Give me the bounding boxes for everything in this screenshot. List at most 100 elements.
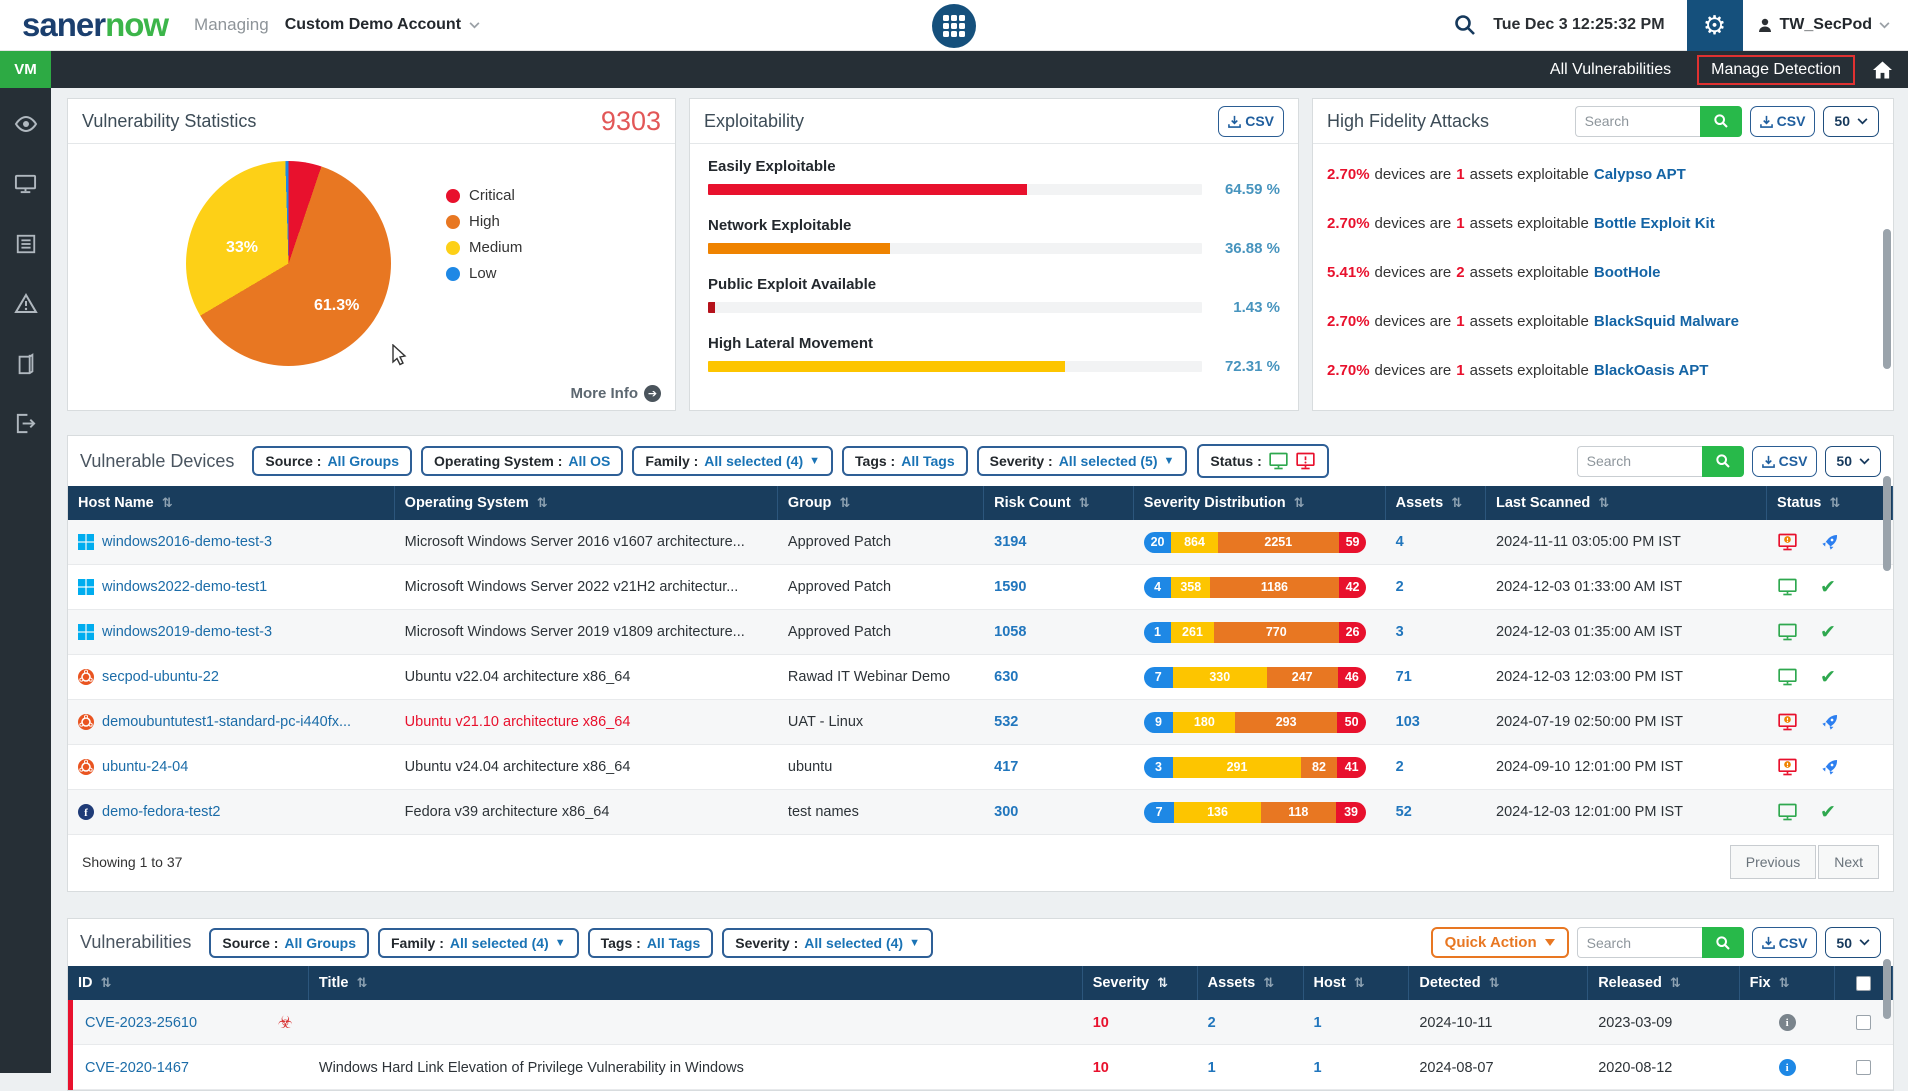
scrollbar-thumb[interactable] [1883, 229, 1891, 369]
column-header[interactable]: Status⇅ [1767, 486, 1893, 520]
column-header[interactable]: Assets⇅ [1386, 486, 1486, 520]
column-header[interactable]: Detected⇅ [1409, 966, 1588, 1000]
scrollbar-thumb[interactable] [1883, 959, 1891, 1019]
sidebar-item-devices[interactable] [0, 159, 51, 208]
host-link[interactable]: secpod-ubuntu-22 [102, 669, 219, 685]
app-grid-button[interactable] [932, 4, 976, 48]
host-link[interactable]: windows2019-demo-test-3 [102, 624, 272, 640]
devices-filter-1[interactable]: Operating System :All OS [421, 446, 623, 476]
host-link[interactable]: demoubuntutest1-standard-pc-i440fx... [102, 714, 351, 730]
sidebar-item-vm[interactable]: VM [0, 51, 51, 88]
assets-count[interactable]: 1 [1208, 1060, 1216, 1076]
page-size-select[interactable]: 50 [1825, 446, 1881, 477]
info-icon[interactable]: i [1779, 1059, 1796, 1076]
column-header[interactable]: Risk Count⇅ [984, 486, 1134, 520]
page-size-select[interactable]: 50 [1825, 927, 1881, 958]
account-selector[interactable]: Custom Demo Account [285, 16, 480, 34]
assets-count[interactable]: 4 [1396, 534, 1404, 550]
devices-search-input[interactable] [1577, 446, 1702, 477]
severity-pie-chart[interactable]: 33% 61.3% [186, 161, 391, 366]
vulns-filter-0[interactable]: Source :All Groups [209, 928, 369, 958]
risk-count[interactable]: 532 [994, 714, 1018, 730]
assets-count[interactable]: 103 [1396, 714, 1420, 730]
severity-bar[interactable]: 32918241 [1144, 757, 1367, 778]
assets-count[interactable]: 71 [1396, 669, 1412, 685]
column-header[interactable]: Released⇅ [1588, 966, 1739, 1000]
assets-count[interactable]: 3 [1396, 624, 1404, 640]
cve-link[interactable]: CVE-2023-25610 [85, 1015, 197, 1031]
severity-bar[interactable]: 918029350 [1144, 712, 1367, 733]
next-page-button[interactable]: Next [1818, 845, 1879, 879]
host-link[interactable]: demo-fedora-test2 [102, 804, 220, 820]
risk-count[interactable]: 417 [994, 759, 1018, 775]
assets-count[interactable]: 2 [1396, 579, 1404, 595]
risk-count[interactable]: 630 [994, 669, 1018, 685]
vulns-filter-3[interactable]: Severity :All selected (4)▼ [722, 928, 933, 958]
devices-filter-2[interactable]: Family :All selected (4)▼ [632, 446, 833, 476]
devices-filter-4[interactable]: Severity :All selected (5)▼ [977, 446, 1188, 476]
sidebar-item-visibility[interactable] [0, 99, 51, 148]
info-icon[interactable]: i [1779, 1014, 1796, 1031]
severity-bar[interactable]: 713611839 [1144, 802, 1367, 823]
severity-bar[interactable]: 126177026 [1144, 622, 1367, 643]
column-header[interactable]: Title⇅ [309, 966, 1083, 1000]
risk-count[interactable]: 3194 [994, 534, 1026, 550]
home-icon[interactable] [1873, 61, 1892, 79]
sidebar-item-logout[interactable] [0, 399, 51, 448]
vulns-filter-2[interactable]: Tags :All Tags [588, 928, 714, 958]
tab-manage-detection[interactable]: Manage Detection [1697, 55, 1855, 85]
hfa-attack-link[interactable]: Calypso APT [1594, 166, 1686, 183]
risk-count[interactable]: 1058 [994, 624, 1026, 640]
csv-export-button[interactable]: CSV [1752, 927, 1818, 958]
risk-count[interactable]: 300 [994, 804, 1018, 820]
column-header[interactable]: Host Name⇅ [68, 486, 395, 520]
sidebar-item-reports[interactable] [0, 219, 51, 268]
risk-count[interactable]: 1590 [994, 579, 1026, 595]
more-info-link[interactable]: More Info ➔ [571, 385, 662, 402]
column-header[interactable]: ID⇅ [68, 966, 309, 1000]
cve-link[interactable]: CVE-2020-1467 [85, 1060, 189, 1076]
sidebar-item-docs[interactable] [0, 339, 51, 388]
settings-button[interactable]: ⚙ [1687, 0, 1743, 51]
column-header[interactable]: Assets⇅ [1198, 966, 1304, 1000]
row-checkbox[interactable] [1856, 1015, 1871, 1030]
vulns-search-input[interactable] [1577, 927, 1702, 958]
devices-filter-3[interactable]: Tags :All Tags [842, 446, 968, 476]
quick-action-button[interactable]: Quick Action [1431, 927, 1569, 958]
column-header[interactable]: Last Scanned⇅ [1486, 486, 1767, 520]
severity-bar[interactable]: 4358118642 [1144, 577, 1367, 598]
devices-search-button[interactable] [1702, 446, 1744, 477]
sanernow-logo[interactable]: sanernow [22, 6, 168, 44]
host-count[interactable]: 1 [1314, 1015, 1322, 1031]
column-header[interactable]: Group⇅ [778, 486, 984, 520]
user-menu[interactable]: TW_SecPod [1743, 16, 1908, 34]
previous-page-button[interactable]: Previous [1730, 845, 1816, 879]
vulns-search-button[interactable] [1702, 927, 1744, 958]
csv-export-button[interactable]: CSV [1218, 106, 1284, 137]
severity-bar[interactable]: 733024746 [1144, 667, 1367, 688]
column-header[interactable]: Fix⇅ [1740, 966, 1835, 1000]
select-all-checkbox[interactable] [1856, 976, 1871, 991]
assets-count[interactable]: 2 [1396, 759, 1404, 775]
hfa-attack-link[interactable]: BlackOasis APT [1594, 362, 1709, 379]
host-count[interactable]: 1 [1314, 1060, 1322, 1076]
hfa-search-input[interactable] [1575, 106, 1700, 137]
assets-count[interactable]: 2 [1208, 1015, 1216, 1031]
sidebar-item-alerts[interactable] [0, 279, 51, 328]
tab-all-vulnerabilities[interactable]: All Vulnerabilities [1550, 61, 1671, 79]
hfa-attack-link[interactable]: BootHole [1594, 264, 1661, 281]
filter-status[interactable]: Status : [1197, 444, 1328, 478]
hfa-search-button[interactable] [1700, 106, 1742, 137]
host-link[interactable]: ubuntu-24-04 [102, 759, 188, 775]
column-header[interactable]: Severity⇅ [1083, 966, 1198, 1000]
severity-bar[interactable]: 20864225159 [1144, 532, 1367, 553]
host-link[interactable]: windows2022-demo-test1 [102, 579, 267, 595]
assets-count[interactable]: 52 [1396, 804, 1412, 820]
page-size-select[interactable]: 50 [1823, 106, 1879, 137]
column-header[interactable]: Severity Distribution⇅ [1134, 486, 1386, 520]
hfa-attack-link[interactable]: BlackSquid Malware [1594, 313, 1739, 330]
devices-filter-0[interactable]: Source :All Groups [252, 446, 412, 476]
vulns-filter-1[interactable]: Family :All selected (4)▼ [378, 928, 579, 958]
csv-export-button[interactable]: CSV [1750, 106, 1816, 137]
hfa-attack-link[interactable]: Bottle Exploit Kit [1594, 215, 1715, 232]
